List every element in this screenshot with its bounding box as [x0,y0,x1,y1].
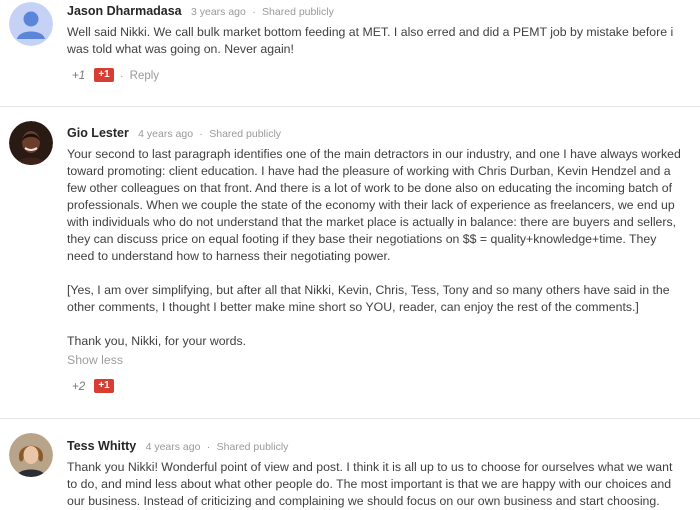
comment-paragraph: Well said Nikki. We call bulk market bot… [67,25,674,56]
comment-divider [0,106,700,107]
comment-paragraph: Thank you Nikki! Wonderful point of view… [67,460,673,508]
comment-text: Well said Nikki. We call bulk market bot… [67,24,686,58]
separator: · [119,70,124,82]
comment-actions: +1 +1 · Reply [67,67,159,85]
avatar-photo-icon[interactable] [9,433,53,477]
comment-text: Thank you Nikki! Wonderful point of view… [67,459,686,510]
show-less-link[interactable]: Show less [67,352,686,369]
visibility-label: Shared publicly [209,128,282,140]
comment-actions: +2 +1 [67,378,114,396]
comment-paragraph: Thank you, Nikki, for your words. [67,334,247,348]
plus-one-button[interactable]: +1 [94,67,114,82]
timestamp[interactable]: 4 years ago [138,128,193,140]
plus-one-count: +2 [72,381,86,393]
author-name[interactable]: Tess Whitty [67,439,136,453]
author-name[interactable]: Gio Lester [67,126,129,140]
reply-link[interactable]: Reply [130,70,159,82]
author-name[interactable]: Jason Dharmadasa [67,4,182,18]
comment-divider [0,418,700,419]
timestamp[interactable]: 3 years ago [191,6,246,18]
avatar-photo-icon[interactable] [9,121,53,165]
separator: · [206,441,211,453]
plus-one-button[interactable]: +1 [94,378,114,393]
comment-paragraph: Your second to last paragraph identifies… [67,147,681,263]
timestamp[interactable]: 4 years ago [146,441,201,453]
comment-paragraph: [Yes, I am over simplifying, but after a… [67,283,670,314]
comment-text: Your second to last paragraph identifies… [67,146,686,350]
separator: · [199,128,203,140]
avatar-default-icon[interactable] [9,2,53,46]
visibility-label: Shared publicly [262,6,334,18]
separator: · [252,6,256,18]
plus-one-count: +1 [72,70,86,82]
visibility-label: Shared publicly [216,441,289,453]
